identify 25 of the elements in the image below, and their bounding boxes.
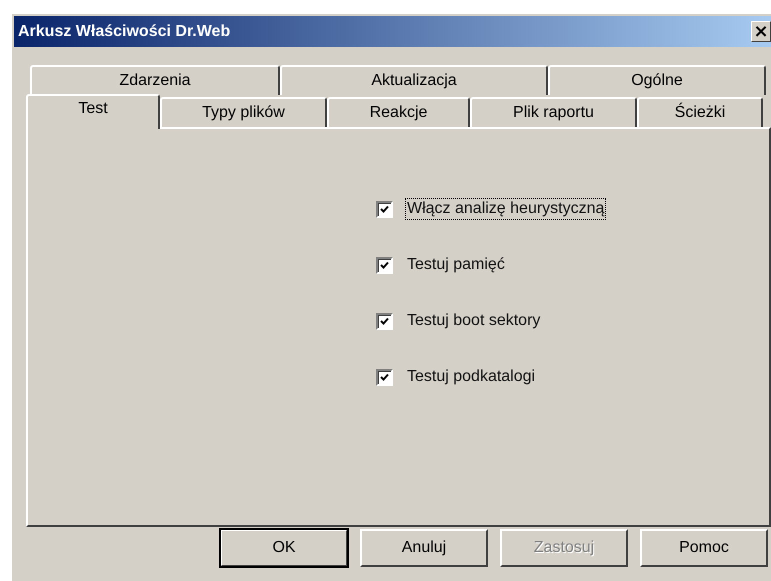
tab[interactable]: Ogólne [548,65,766,95]
checkmark-icon [380,316,389,326]
tab[interactable]: Plik raportu [470,97,637,127]
dialog-button[interactable]: Anuluj [360,529,488,567]
close-button[interactable]: × [751,21,771,42]
tab[interactable]: Test [26,94,160,129]
checkbox-label[interactable]: Testuj boot sektory [405,310,542,332]
tab[interactable]: Typy plików [160,97,327,127]
window-title: Arkusz Właściwości Dr.Web [18,22,230,40]
tab[interactable]: Zdarzenia [30,65,280,95]
checkbox-label[interactable]: Testuj pamięć [405,254,507,276]
dialog-button[interactable]: OK [220,529,348,567]
tab[interactable]: Reakcje [327,97,470,127]
dialog-button[interactable]: Pomoc [640,529,768,567]
checkbox-label[interactable]: Włącz analizę heurystyczną [405,198,606,220]
tab[interactable]: Aktualizacja [280,65,548,95]
tab[interactable]: Ścieżki [637,97,763,127]
checkbox[interactable] [376,312,393,330]
checkbox[interactable] [376,256,393,274]
checkmark-icon [380,260,389,270]
checkbox[interactable] [376,368,393,386]
checkmark-icon [380,204,389,214]
checkmark-icon [380,372,389,382]
checkbox[interactable] [376,200,393,218]
checkbox-label[interactable]: Testuj podkatalogi [405,366,538,388]
